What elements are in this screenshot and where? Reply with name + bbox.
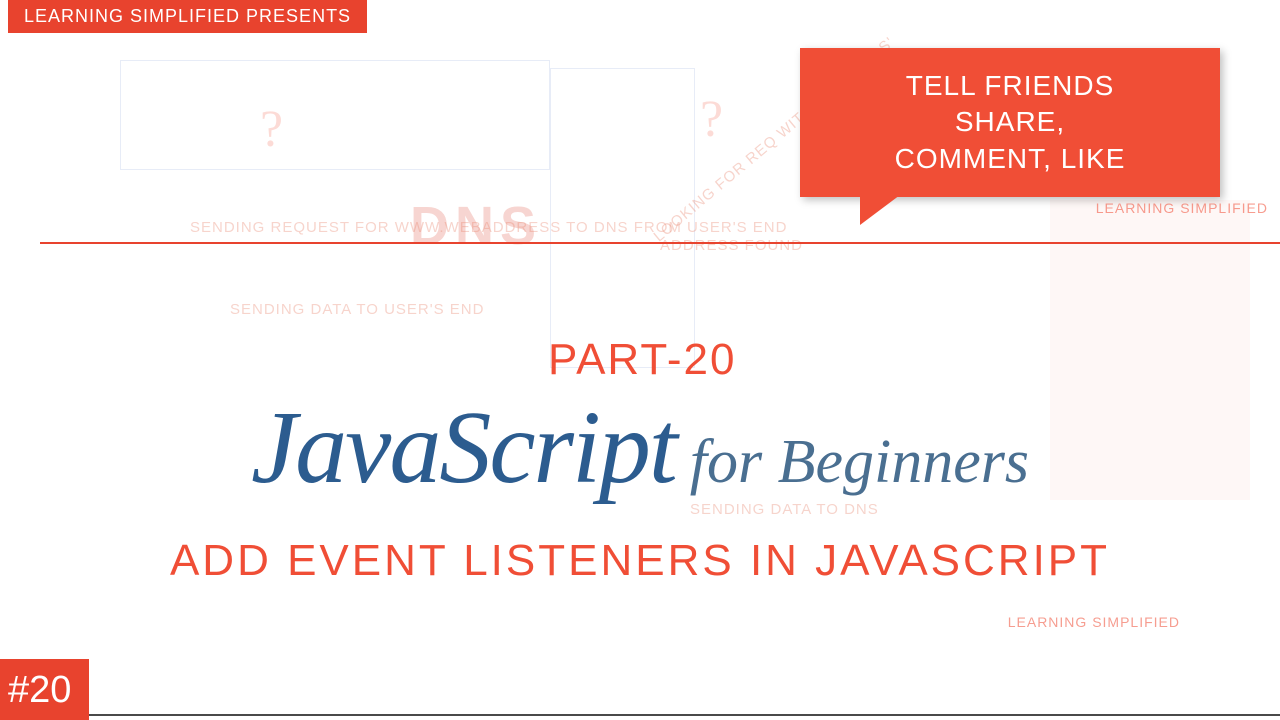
watermark-bottom: LEARNING SIMPLIFIED: [1008, 614, 1180, 630]
speech-tail-icon: [860, 195, 900, 225]
title-javascript: JavaScript: [251, 390, 676, 505]
callout-line1: TELL FRIENDS: [830, 68, 1190, 104]
watermark-top: LEARNING SIMPLIFIED: [1096, 200, 1268, 216]
callout-line3: COMMENT, LIKE: [830, 141, 1190, 177]
callout-bubble: TELL FRIENDS SHARE, COMMENT, LIKE: [800, 48, 1220, 197]
bg-text-data-user: SENDING DATA TO USER'S END: [230, 300, 484, 320]
callout-line2: SHARE,: [830, 104, 1190, 140]
bg-text-found: ADDRESS FOUND: [660, 236, 803, 256]
divider-line: [40, 242, 1280, 244]
question-mark-icon: ?: [260, 100, 283, 159]
main-title: JavaScriptfor Beginners: [40, 388, 1240, 507]
bottom-border: [0, 714, 1280, 716]
bg-text-request: SENDING REQUEST FOR WWW.WEBADDRESS TO DN…: [190, 218, 787, 238]
episode-badge: #20: [0, 659, 89, 720]
subtitle: ADD EVENT LISTENERS IN JAVASCRIPT: [0, 536, 1280, 586]
question-mark-icon: ?: [700, 90, 723, 149]
title-for-beginners: for Beginners: [690, 428, 1029, 496]
header-presenter: LEARNING SIMPLIFIED PRESENTS: [8, 0, 367, 33]
part-label: PART-20: [548, 335, 736, 385]
